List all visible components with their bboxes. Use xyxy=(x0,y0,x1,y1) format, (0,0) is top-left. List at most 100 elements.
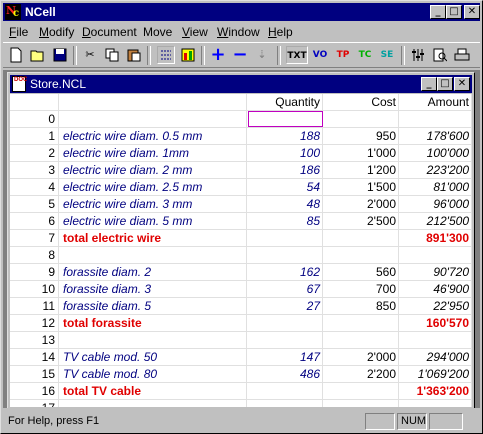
amount-cell[interactable]: 1'363'200 xyxy=(399,383,472,400)
item-description[interactable]: forassite diam. 2 xyxy=(59,264,247,281)
table-row[interactable]: 4 electric wire diam. 2.5 mm 54 1'500 81'000 xyxy=(10,179,472,196)
print-preview-icon[interactable] xyxy=(431,46,449,64)
open-folder-icon[interactable] xyxy=(29,46,47,64)
tc-mode-button[interactable]: TC xyxy=(355,46,375,64)
quantity-cell[interactable]: 486 xyxy=(247,366,323,383)
item-description[interactable]: TV cable mod. 80 xyxy=(59,366,247,383)
table-row[interactable]: 17 xyxy=(10,400,472,407)
row-number[interactable]: 13 xyxy=(10,332,59,349)
save-icon[interactable] xyxy=(51,46,69,64)
remove-row-icon[interactable]: − xyxy=(231,46,249,64)
quantity-cell[interactable]: 100 xyxy=(247,145,323,162)
item-description[interactable]: electric wire diam. 3 mm xyxy=(59,196,247,213)
table-row[interactable]: 9 forassite diam. 2 162 560 90'720 xyxy=(10,264,472,281)
row-number[interactable]: 10 xyxy=(10,281,59,298)
item-description[interactable]: TV cable mod. 50 xyxy=(59,349,247,366)
vo-mode-button[interactable]: VO xyxy=(310,46,330,64)
minimize-button[interactable]: _ xyxy=(430,5,446,19)
cost-cell[interactable]: 2'000 xyxy=(323,196,399,213)
total-row[interactable]: 7 total electric wire 891'300 xyxy=(10,230,472,247)
quantity-cell[interactable]: 54 xyxy=(247,179,323,196)
row-number[interactable]: 14 xyxy=(10,349,59,366)
quantity-cell[interactable] xyxy=(247,315,323,332)
row-number[interactable]: 6 xyxy=(10,213,59,230)
paste-icon[interactable] xyxy=(125,46,143,64)
cost-cell[interactable]: 1'200 xyxy=(323,162,399,179)
new-file-icon[interactable] xyxy=(7,46,25,64)
amount-cell[interactable]: 100'000 xyxy=(399,145,472,162)
cost-cell[interactable]: 850 xyxy=(323,298,399,315)
amount-cell[interactable] xyxy=(399,247,472,264)
amount-cell[interactable]: 160'570 xyxy=(399,315,472,332)
copy-icon[interactable] xyxy=(103,46,121,64)
row-number[interactable]: 3 xyxy=(10,162,59,179)
table-row[interactable]: 15 TV cable mod. 80 486 2'200 1'069'200 xyxy=(10,366,472,383)
item-description[interactable]: electric wire diam. 1mm xyxy=(59,145,247,162)
col-header-amount[interactable]: Amount xyxy=(399,94,472,111)
col-header-cost[interactable]: Cost xyxy=(323,94,399,111)
item-description[interactable] xyxy=(59,332,247,349)
cost-cell[interactable]: 2'500 xyxy=(323,213,399,230)
amount-cell[interactable]: 891'300 xyxy=(399,230,472,247)
table-row[interactable]: 0 xyxy=(10,111,472,128)
doc-close-button[interactable]: ✕ xyxy=(454,77,470,91)
insert-icon[interactable]: ⇣ xyxy=(253,46,271,64)
item-description[interactable]: forassite diam. 3 xyxy=(59,281,247,298)
row-number[interactable]: 15 xyxy=(10,366,59,383)
doc-minimize-button[interactable]: _ xyxy=(421,77,437,91)
quantity-cell[interactable]: 188 xyxy=(247,128,323,145)
menu-help[interactable]: Help xyxy=(268,25,293,39)
cost-cell[interactable]: 2'000 xyxy=(323,349,399,366)
menu-move[interactable]: Move xyxy=(143,25,172,39)
row-number[interactable]: 2 xyxy=(10,145,59,162)
menu-modify[interactable]: Modify xyxy=(39,25,74,39)
grid-view-icon[interactable] xyxy=(157,46,175,64)
quantity-cell[interactable]: 147 xyxy=(247,349,323,366)
quantity-cell[interactable]: 48 xyxy=(247,196,323,213)
row-number[interactable]: 8 xyxy=(10,247,59,264)
menu-file[interactable]: File xyxy=(9,25,28,39)
row-number[interactable]: 0 xyxy=(10,111,59,128)
row-number[interactable]: 17 xyxy=(10,400,59,407)
amount-cell[interactable]: 22'950 xyxy=(399,298,472,315)
item-description[interactable] xyxy=(59,400,247,407)
amount-cell[interactable]: 96'000 xyxy=(399,196,472,213)
item-description[interactable]: electric wire diam. 2.5 mm xyxy=(59,179,247,196)
item-description[interactable] xyxy=(59,247,247,264)
se-mode-button[interactable]: SE xyxy=(377,46,397,64)
item-description[interactable]: electric wire diam. 5 mm xyxy=(59,213,247,230)
chart-icon[interactable] xyxy=(179,46,197,64)
quantity-cell[interactable] xyxy=(247,230,323,247)
row-number[interactable]: 1 xyxy=(10,128,59,145)
item-description[interactable]: electric wire diam. 0.5 mm xyxy=(59,128,247,145)
maximize-button[interactable]: □ xyxy=(446,5,462,19)
amount-cell[interactable]: 81'000 xyxy=(399,179,472,196)
cost-cell[interactable] xyxy=(323,400,399,407)
table-row[interactable]: 2 electric wire diam. 1mm 100 1'000 100'000 xyxy=(10,145,472,162)
menu-window[interactable]: Window xyxy=(217,25,260,39)
amount-cell[interactable]: 178'600 xyxy=(399,128,472,145)
item-description[interactable]: forassite diam. 5 xyxy=(59,298,247,315)
cost-cell[interactable] xyxy=(323,383,399,400)
quantity-cell[interactable] xyxy=(247,383,323,400)
title-bar[interactable]: Nc NCell _ □ ✕ xyxy=(3,3,480,21)
cost-cell[interactable] xyxy=(323,247,399,264)
quantity-cell[interactable]: 27 xyxy=(247,298,323,315)
app-icon[interactable]: Nc xyxy=(5,4,21,20)
col-header-quantity[interactable]: Quantity xyxy=(247,94,323,111)
amount-cell[interactable]: 1'069'200 xyxy=(399,366,472,383)
cost-cell[interactable] xyxy=(323,315,399,332)
quantity-cell[interactable] xyxy=(247,247,323,264)
menu-view[interactable]: View xyxy=(182,25,208,39)
selected-cell[interactable] xyxy=(248,111,323,127)
cost-cell[interactable] xyxy=(323,332,399,349)
item-description[interactable] xyxy=(59,111,247,128)
amount-cell[interactable]: 90'720 xyxy=(399,264,472,281)
quantity-cell[interactable]: 162 xyxy=(247,264,323,281)
document-title-bar[interactable]: DOC Store.NCL _ □ ✕ xyxy=(10,75,472,93)
table-row[interactable]: 3 electric wire diam. 2 mm 186 1'200 223'200 xyxy=(10,162,472,179)
print-icon[interactable] xyxy=(453,46,471,64)
row-number[interactable]: 12 xyxy=(10,315,59,332)
doc-maximize-button[interactable]: □ xyxy=(437,77,453,91)
cost-cell[interactable]: 1'500 xyxy=(323,179,399,196)
